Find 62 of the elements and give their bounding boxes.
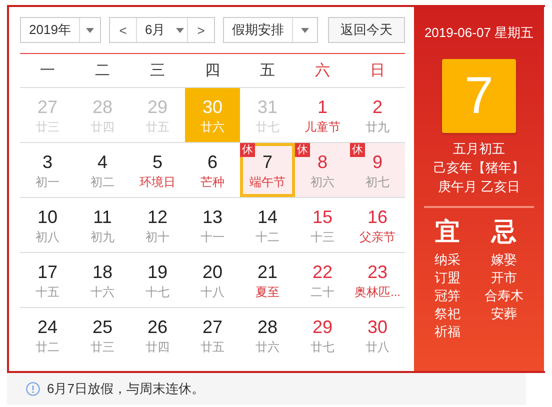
caret-icon (86, 28, 94, 32)
calendar-day[interactable]: 29 廿七 (295, 308, 350, 363)
calendar-day[interactable]: 休 8 初六 (295, 143, 350, 198)
weekday-label: 四 (205, 61, 220, 80)
calendar-day[interactable]: 13 十一 (185, 198, 240, 253)
calendar-day[interactable]: 休 9 初七 (350, 143, 405, 198)
big-day-number: 7 (442, 59, 516, 133)
calendar-day[interactable]: 12 初十 (130, 198, 185, 253)
suitable-item: 冠笄 (434, 287, 460, 305)
avoid-item: 安葬 (491, 305, 517, 323)
avoid-item: 合寿木 (484, 287, 524, 305)
calendar-day[interactable]: 休 7 端午节 (240, 143, 295, 198)
avoid-item: 开市 (491, 269, 517, 287)
calendar-day[interactable]: 21 夏至 (240, 253, 295, 308)
calendar-day[interactable]: 27 廿五 (185, 308, 240, 363)
rest-badge: 休 (295, 143, 310, 157)
suitable-item: 订盟 (434, 269, 460, 287)
calendar-day[interactable]: 22 二十 (295, 253, 350, 308)
calendar-day[interactable]: 10 初八 (20, 198, 75, 253)
weekday-label: 五 (260, 61, 275, 80)
calendar-day[interactable]: 4 初二 (75, 143, 130, 198)
lunar-info: 五月初五 (453, 140, 505, 158)
avoid-heading: 忌 (492, 217, 516, 248)
rest-badge: 休 (350, 143, 365, 157)
calendar-day[interactable]: 23 奥林匹... (350, 253, 405, 308)
calendar-day[interactable]: 15 十三 (295, 198, 350, 253)
weekday-label: 三 (150, 61, 165, 80)
suitable-item: 纳采 (434, 251, 460, 269)
calendar-day[interactable]: 18 十六 (75, 253, 130, 308)
info-icon (26, 382, 40, 396)
calendar-day[interactable]: 24 廿二 (20, 308, 75, 363)
suitable-heading: 宜 (435, 217, 460, 248)
back-to-today-button[interactable]: 返回今天 (328, 17, 405, 43)
calendar-day[interactable]: 30 廿八 (350, 308, 405, 363)
calendar-day[interactable]: 16 父亲节 (350, 198, 405, 253)
calendar-day[interactable]: 19 十七 (130, 253, 185, 308)
calendar-day[interactable]: 20 十八 (185, 253, 240, 308)
rest-badge: 休 (240, 143, 255, 157)
avoid-item: 嫁娶 (491, 251, 517, 269)
suitable-item: 祈福 (434, 323, 460, 341)
calendar-day[interactable]: 17 十五 (20, 253, 75, 308)
selected-date: 2019-06-07 星期五 (424, 24, 534, 42)
calendar-day[interactable]: 11 初九 (75, 198, 130, 253)
lunar-info: 庚午月 乙亥日 (438, 178, 520, 196)
calendar-day[interactable]: 3 初一 (20, 143, 75, 198)
suitable-item: 祭祀 (434, 305, 460, 323)
calendar-day[interactable]: 28 廿六 (240, 308, 295, 363)
caret-icon (176, 28, 184, 32)
caret-icon (301, 28, 309, 32)
year-dropdown[interactable]: 2019年 (20, 17, 101, 43)
calendar-day[interactable]: 25 廿三 (75, 308, 130, 363)
calendar-day[interactable]: 5 环境日 (130, 143, 185, 198)
month-dropdown[interactable]: 6月 (136, 18, 188, 42)
weekday-label: 六 (315, 61, 330, 80)
lunar-info: 己亥年【猪年】 (434, 159, 524, 177)
calendar-day[interactable]: 14 十二 (240, 198, 295, 253)
weekday-label: 二 (95, 61, 110, 80)
holiday-dropdown[interactable]: 假期安排 (223, 17, 318, 43)
calendar-day[interactable]: 26 廿四 (130, 308, 185, 363)
holiday-note: 6月7日放假，与周末连休。 (47, 380, 204, 398)
weekday-label: 日 (370, 61, 385, 80)
weekday-label: 一 (40, 61, 55, 80)
